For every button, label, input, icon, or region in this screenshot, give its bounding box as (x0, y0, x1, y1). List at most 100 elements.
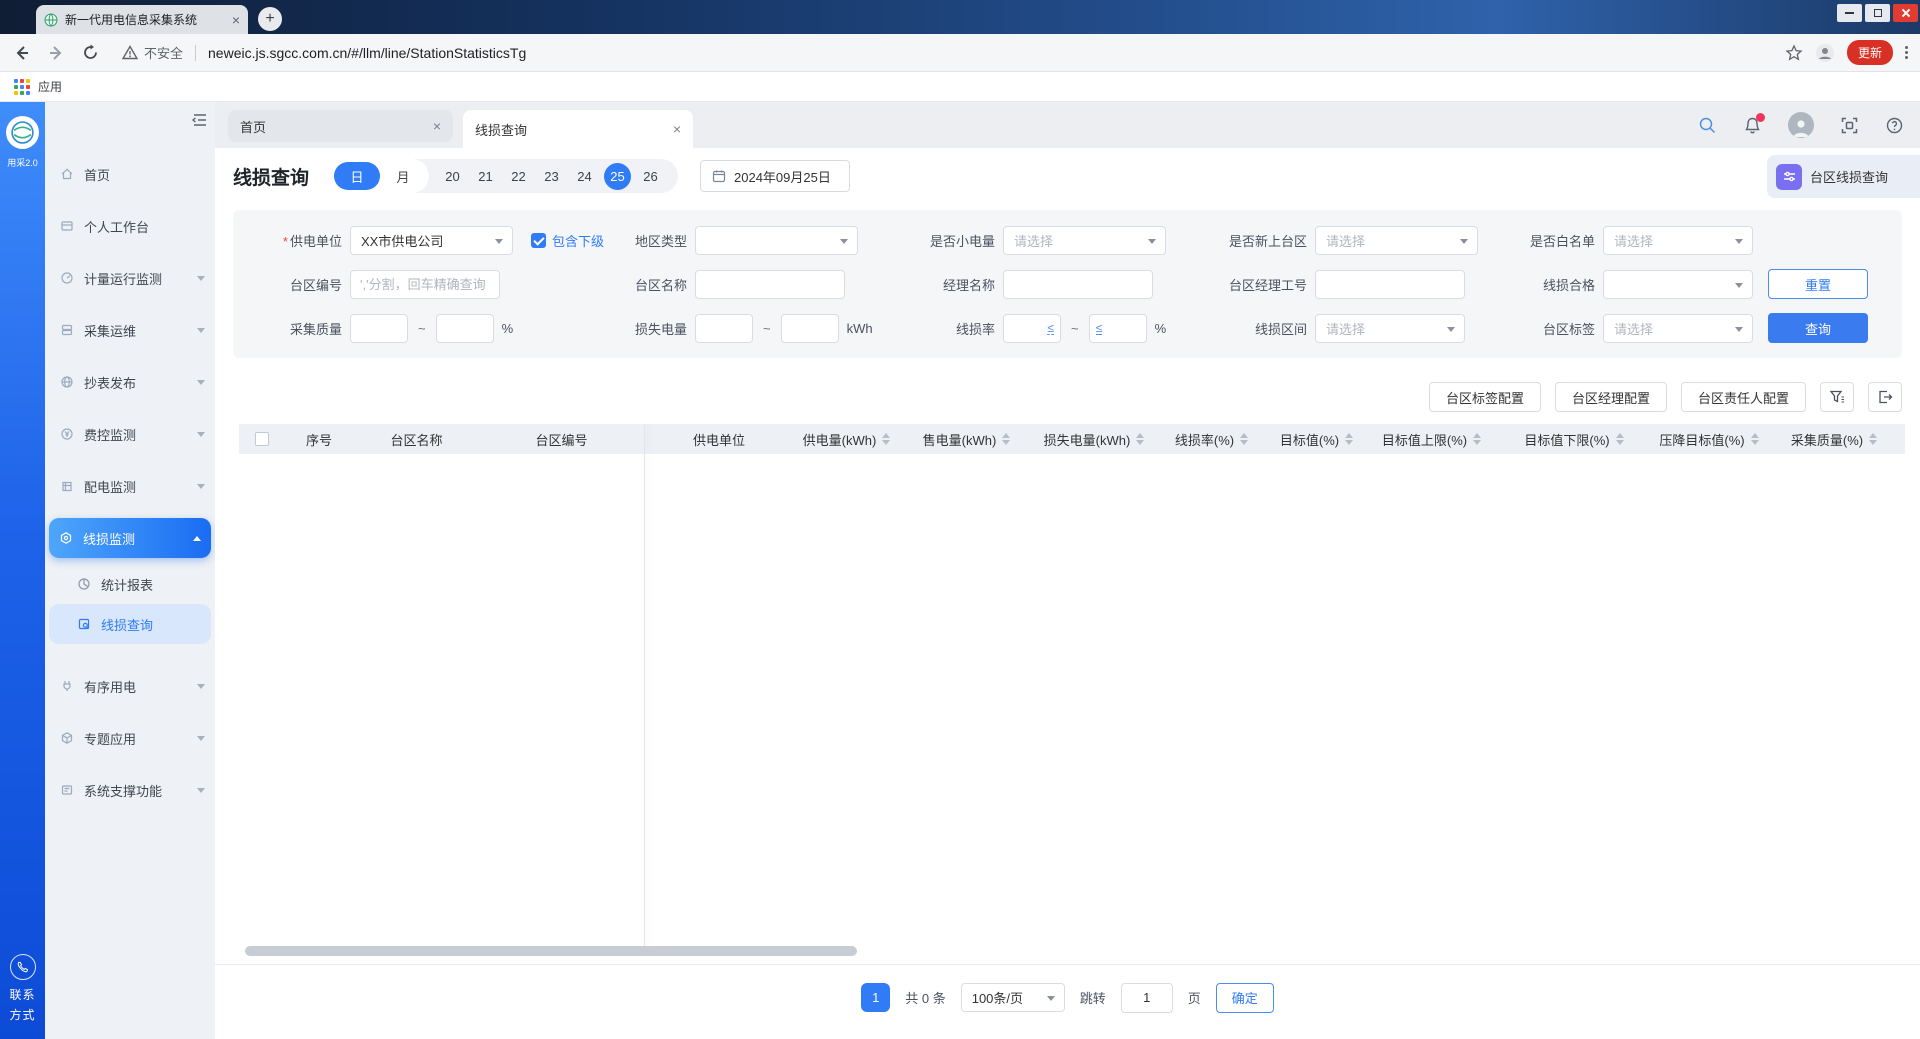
sort-icon[interactable] (1240, 433, 1248, 445)
sidebar-item-workbench[interactable]: 个人工作台 (45, 200, 215, 252)
column-header-sortable[interactable]: 目标值(%) (1269, 430, 1364, 449)
column-header-sortable[interactable]: 损失电量(kWh) (1034, 430, 1154, 449)
contact-widget[interactable]: 联系 方式 (0, 954, 45, 1023)
notification-bell-icon[interactable] (1743, 116, 1762, 135)
jump-page-input[interactable] (1121, 983, 1173, 1013)
date-picker[interactable]: 2024年09月25日 (700, 160, 850, 192)
sidebar-item-stats-report[interactable]: 统计报表 (45, 564, 215, 604)
day-option[interactable]: 26 (637, 163, 664, 190)
column-header-sortable[interactable]: 线损率(%) (1154, 430, 1269, 449)
apps-grid-icon[interactable] (14, 79, 30, 95)
close-icon[interactable]: × (673, 121, 681, 137)
scrollbar-thumb[interactable] (245, 946, 857, 956)
warning-icon[interactable] (122, 45, 138, 60)
sidebar-item-metering-monitor[interactable]: 计量运行监测 (45, 252, 215, 304)
column-header-sortable[interactable]: 压降目标值(%) (1649, 430, 1769, 449)
loss-power-min-input[interactable] (695, 314, 753, 343)
url-text[interactable]: neweic.js.sgcc.com.cn/#/llm/line/Station… (208, 45, 526, 61)
station-tag-config-button[interactable]: 台区标签配置 (1429, 382, 1541, 412)
fullscreen-icon[interactable] (1840, 116, 1859, 135)
help-icon[interactable] (1885, 116, 1904, 135)
app-logo[interactable] (6, 116, 39, 149)
export-icon[interactable] (1868, 382, 1902, 412)
sidebar-item-line-loss-monitor[interactable]: 线损监测 (49, 518, 211, 558)
new-tab-button[interactable]: + (258, 7, 282, 31)
collapse-sidebar-icon[interactable] (191, 112, 209, 128)
sidebar-item-orderly-power[interactable]: 有序用电 (45, 660, 215, 712)
collect-quality-max-input[interactable] (436, 314, 494, 343)
day-option[interactable]: 22 (505, 163, 532, 190)
station-tag-select[interactable]: 请选择 (1603, 314, 1753, 343)
column-header[interactable]: 序号 (284, 430, 354, 449)
sidebar-item-special-apps[interactable]: 专题应用 (45, 712, 215, 764)
search-icon[interactable] (1698, 116, 1717, 135)
manager-name-input[interactable] (1003, 270, 1153, 299)
sort-icon[interactable] (1345, 433, 1353, 445)
menu-dots-icon[interactable] (1905, 46, 1908, 59)
loss-range-select[interactable]: 请选择 (1315, 314, 1465, 343)
reset-button[interactable]: 重置 (1768, 269, 1868, 299)
page-1-button[interactable]: 1 (861, 983, 890, 1012)
whitelist-select[interactable]: 请选择 (1603, 226, 1753, 255)
close-icon[interactable]: × (433, 118, 441, 134)
window-maximize-button[interactable] (1865, 4, 1890, 22)
sort-icon[interactable] (1473, 433, 1481, 445)
include-sub-checkbox[interactable]: 包含下级 (531, 231, 604, 250)
sort-icon[interactable] (1869, 433, 1877, 445)
station-owner-config-button[interactable]: 台区责任人配置 (1681, 382, 1806, 412)
station-line-loss-query-link[interactable]: 台区线损查询 (1767, 155, 1920, 198)
station-no-input[interactable] (350, 270, 500, 299)
back-button[interactable] (12, 43, 32, 63)
confirm-button[interactable]: 确定 (1216, 983, 1274, 1013)
station-manager-config-button[interactable]: 台区经理配置 (1555, 382, 1667, 412)
search-button[interactable]: 查询 (1768, 313, 1868, 343)
avatar[interactable] (1788, 112, 1814, 138)
column-header[interactable]: 供电单位 (644, 430, 794, 449)
loss-power-max-input[interactable] (781, 314, 839, 343)
loss-qualified-select[interactable] (1603, 270, 1753, 299)
window-close-button[interactable] (1893, 4, 1918, 22)
column-header-sortable[interactable]: 售电量(kWh) (899, 430, 1034, 449)
column-header-sortable[interactable]: 目标值上限(%) (1364, 430, 1499, 449)
lte-operator[interactable]: ≤ (1047, 322, 1054, 335)
window-minimize-button[interactable] (1837, 4, 1862, 22)
sort-icon[interactable] (1002, 433, 1010, 445)
update-button[interactable]: 更新 (1847, 40, 1893, 65)
manager-no-input[interactable] (1315, 270, 1465, 299)
lte-operator[interactable]: ≤ (1096, 322, 1103, 335)
page-size-select[interactable]: 100条/页 (961, 983, 1065, 1012)
collect-quality-min-input[interactable] (350, 314, 408, 343)
day-option[interactable]: 24 (571, 163, 598, 190)
station-name-input[interactable] (695, 270, 845, 299)
sort-icon[interactable] (882, 433, 890, 445)
reload-button[interactable] (80, 43, 100, 63)
power-unit-select[interactable]: XX市供电公司 (350, 226, 513, 255)
workspace-tab-line-loss-query[interactable]: 线损查询 × (463, 110, 693, 148)
sidebar-item-line-loss-query[interactable]: 线损查询 (49, 604, 211, 644)
column-header[interactable]: 台区编号 (479, 430, 644, 449)
column-header-sortable[interactable]: 采集质量(%) (1769, 430, 1899, 449)
profile-icon[interactable] (1815, 43, 1835, 63)
day-option[interactable]: 23 (538, 163, 565, 190)
period-month-button[interactable]: 月 (380, 162, 426, 190)
sort-icon[interactable] (1751, 433, 1759, 445)
day-option[interactable]: 21 (472, 163, 499, 190)
sidebar-item-distribution-monitor[interactable]: 配电监测 (45, 460, 215, 512)
period-day-button[interactable]: 日 (334, 162, 380, 190)
horizontal-scrollbar[interactable] (239, 946, 1905, 956)
area-type-select[interactable] (695, 226, 858, 255)
bookmark-star-icon[interactable] (1785, 44, 1803, 62)
column-header-sortable[interactable]: 供电量(kWh) (794, 430, 899, 449)
day-option[interactable]: 20 (439, 163, 466, 190)
sort-icon[interactable] (1616, 433, 1624, 445)
tab-close-icon[interactable]: × (232, 13, 240, 27)
column-header-sortable[interactable]: 目标值下限(%) (1499, 430, 1649, 449)
sidebar-item-system-support[interactable]: 系统支撑功能 (45, 764, 215, 816)
apps-bookmark-label[interactable]: 应用 (38, 78, 62, 95)
sidebar-item-collection-ops[interactable]: 采集运维 (45, 304, 215, 356)
workspace-tab-home[interactable]: 首页 × (228, 110, 453, 142)
sidebar-item-fee-control[interactable]: 费控监测 (45, 408, 215, 460)
browser-tab[interactable]: 新一代用电信息采集系统 × (36, 5, 248, 34)
select-all-checkbox[interactable] (255, 432, 269, 446)
filter-funnel-icon[interactable] (1820, 382, 1854, 412)
